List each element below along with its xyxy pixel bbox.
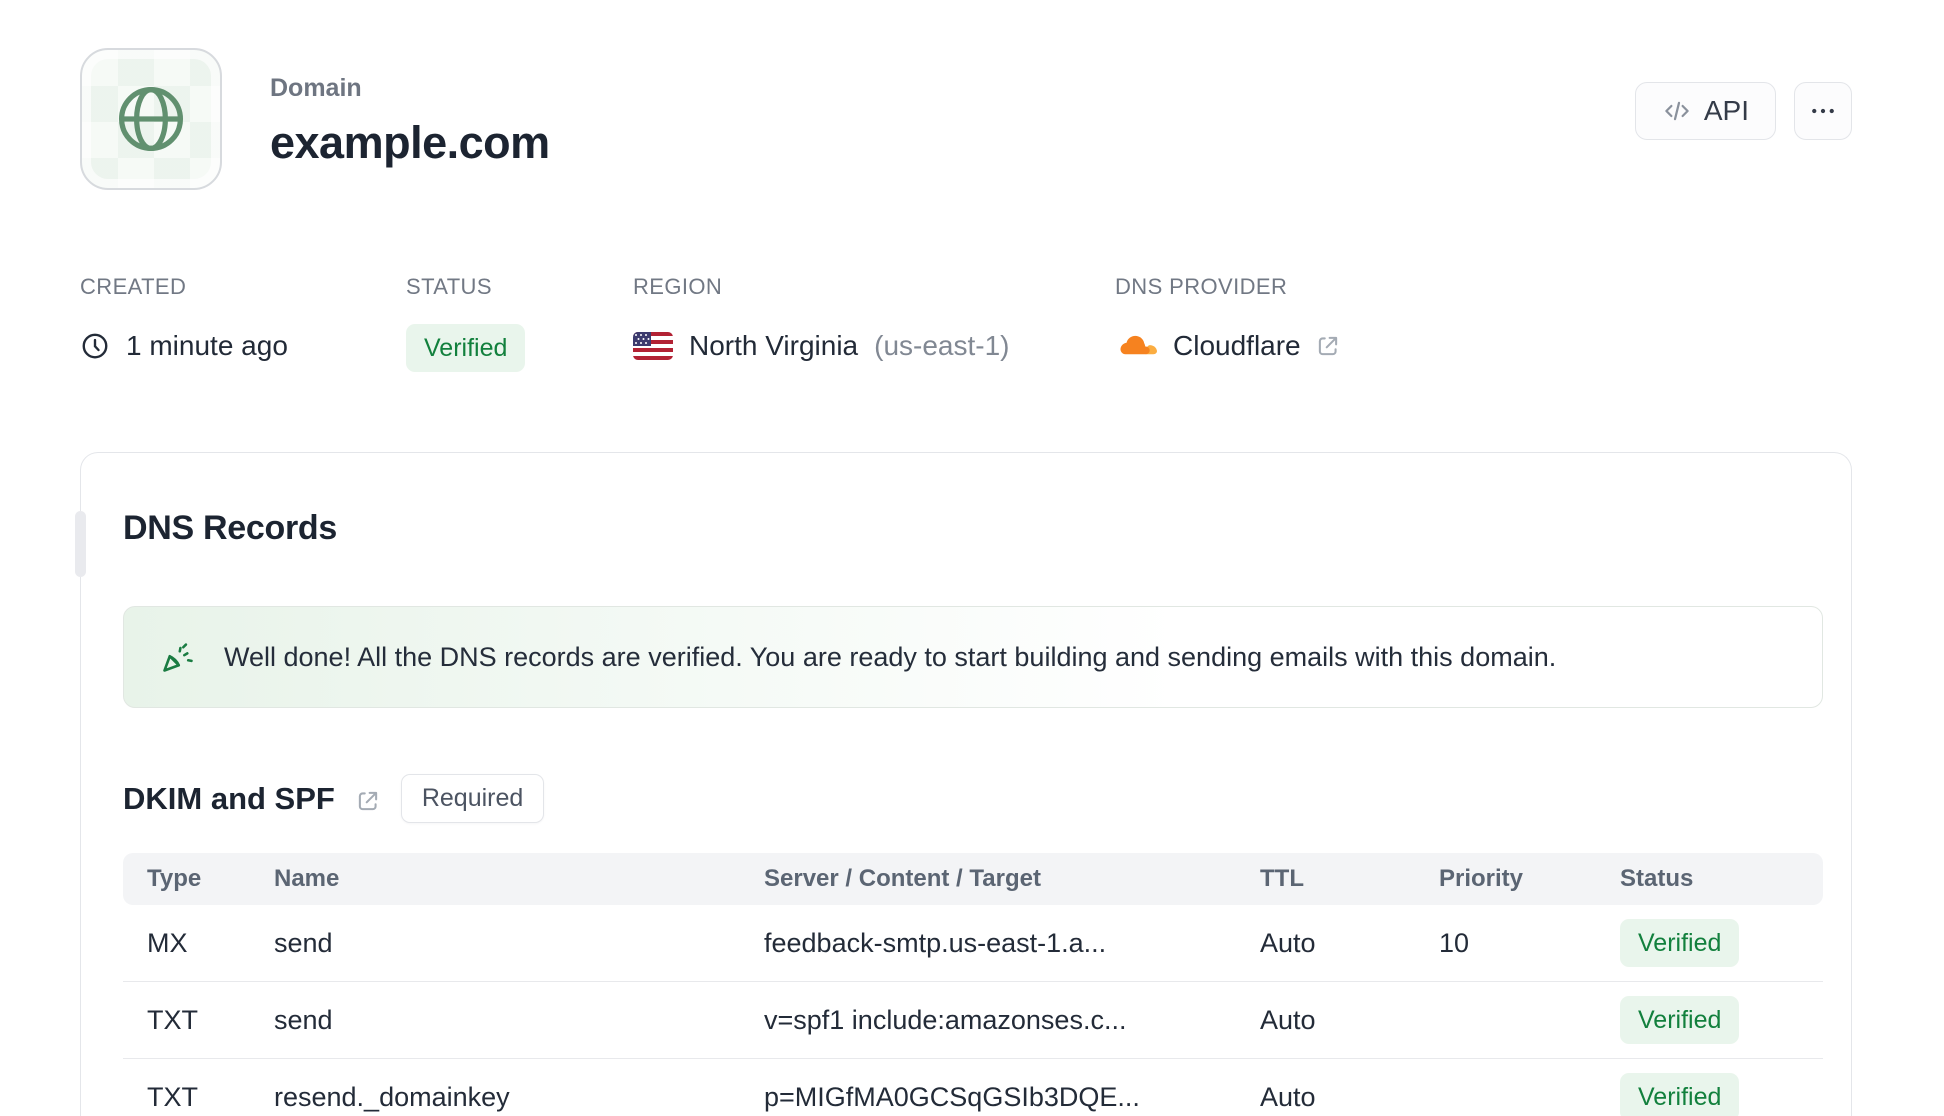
status-badge: Verified [1620, 996, 1740, 1044]
col-header-name: Name [274, 865, 340, 892]
table-row: MX send feedback-smtp.us-east-1.a... Aut… [123, 905, 1823, 982]
cell-ttl: Auto [1260, 1081, 1316, 1112]
api-button[interactable]: API [1634, 82, 1776, 140]
created-label: CREATED [80, 274, 187, 299]
clock-icon [82, 333, 108, 359]
cell-content: p=MIGfMA0GCSqGSIb3DQE... [764, 1081, 1140, 1112]
status-badge: Verified [1620, 919, 1740, 967]
code-icon [1665, 101, 1689, 121]
col-header-ttl: TTL [1260, 865, 1304, 892]
us-flag-icon [633, 332, 673, 360]
success-banner: Well done! All the DNS records are verif… [123, 606, 1823, 708]
dns-provider-value: Cloudflare [1173, 330, 1301, 361]
header-actions: API [1634, 82, 1852, 140]
cell-type: TXT [147, 1081, 198, 1112]
meta-dns-provider: DNS PROVIDER Cloudflare [1115, 274, 1341, 372]
created-value: 1 minute ago [126, 330, 288, 361]
table-header-row: Type Name Server / Content / Target TTL … [123, 853, 1823, 905]
cell-ttl: Auto [1260, 1004, 1316, 1035]
cell-content: v=spf1 include:amazonses.c... [764, 1004, 1127, 1035]
dkim-spf-title: DKIM and SPF [123, 780, 335, 816]
globe-icon [118, 86, 184, 152]
page: Domain example.com API CREATED 1 minute … [0, 0, 1944, 1116]
cell-name: send [274, 1004, 333, 1035]
region-name: North Virginia [689, 330, 859, 361]
meta-status: STATUS Verified [406, 274, 633, 372]
party-popper-icon [163, 643, 193, 672]
table-row: TXT resend._domainkey p=MIGfMA0GCSqGSIb3… [123, 1059, 1823, 1116]
domain-avatar [80, 48, 222, 190]
region-label: REGION [633, 274, 723, 299]
external-link-icon[interactable] [355, 788, 381, 814]
ellipsis-icon [1812, 108, 1834, 114]
domain-heading: Domain example.com [270, 48, 550, 169]
table-row: TXT send v=spf1 include:amazonses.c... A… [123, 982, 1823, 1059]
required-badge: Required [400, 774, 545, 823]
dns-provider-link[interactable]: Cloudflare [1115, 324, 1341, 368]
dkim-spf-section-header: DKIM and SPF Required [123, 774, 1823, 823]
page-subtitle: Domain [270, 74, 362, 102]
api-button-label: API [1703, 95, 1749, 126]
col-header-content: Server / Content / Target [764, 865, 1041, 892]
cell-name: resend._domainkey [274, 1081, 510, 1112]
cell-name: send [274, 927, 333, 958]
col-header-status: Status [1620, 865, 1694, 892]
status-label: STATUS [406, 274, 492, 299]
col-header-priority: Priority [1439, 865, 1524, 892]
page-title: example.com [270, 117, 550, 168]
success-banner-text: Well done! All the DNS records are verif… [224, 641, 1557, 672]
status-badge: Verified [406, 324, 526, 372]
domain-header: Domain example.com API [80, 48, 1852, 190]
cell-content: feedback-smtp.us-east-1.a... [764, 927, 1107, 958]
external-link-icon [1315, 333, 1341, 359]
cloudflare-icon [1120, 335, 1157, 355]
cell-type: MX [147, 927, 188, 958]
dns-records-title: DNS Records [123, 509, 337, 547]
cell-ttl: Auto [1260, 927, 1316, 958]
meta-created: CREATED 1 minute ago [80, 274, 406, 372]
region-code: (us-east-1) [874, 330, 1010, 361]
meta-region: REGION North Virginia (us-east-1) [633, 274, 1115, 372]
domain-meta: CREATED 1 minute ago STATUS Verified REG… [80, 274, 1852, 372]
more-options-button[interactable] [1794, 82, 1852, 140]
section-scroll-indicator [75, 511, 86, 577]
col-header-type: Type [147, 865, 202, 892]
cell-priority: 10 [1439, 927, 1470, 958]
cell-type: TXT [147, 1004, 198, 1035]
dns-records-card: DNS Records Well done! All the DNS recor… [75, 452, 1852, 1116]
status-badge: Verified [1620, 1073, 1740, 1116]
dns-records-table: Type Name Server / Content / Target TTL … [123, 853, 1823, 1116]
dns-provider-label: DNS PROVIDER [1115, 274, 1288, 299]
